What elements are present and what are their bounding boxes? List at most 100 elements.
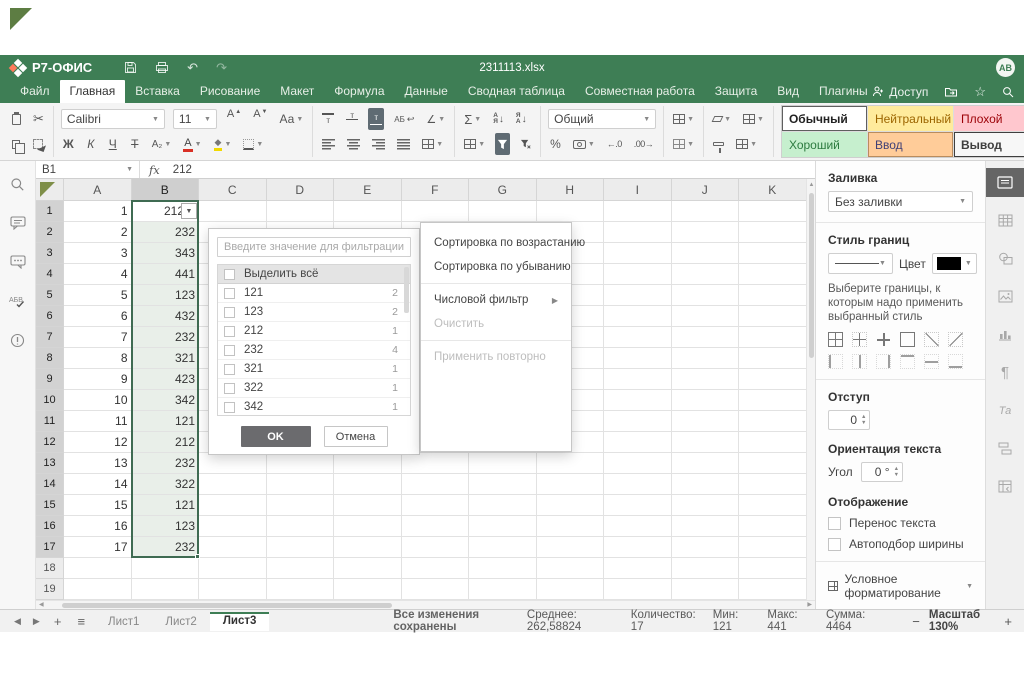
cell-A8[interactable]: 8 bbox=[64, 348, 132, 369]
cell-E18[interactable] bbox=[334, 558, 402, 579]
filter-select-all-row[interactable]: Выделить всё bbox=[218, 265, 410, 284]
column-header[interactable]: C bbox=[199, 179, 267, 201]
align-middle-button[interactable] bbox=[344, 108, 360, 130]
filter-value-row[interactable]: 3221 bbox=[218, 379, 410, 398]
cell-style-preset[interactable]: Ввод bbox=[868, 132, 953, 157]
cell-B9[interactable]: 423 bbox=[132, 369, 200, 390]
cell-I12[interactable] bbox=[604, 432, 672, 453]
formula-input[interactable]: 212 bbox=[169, 164, 192, 176]
decrease-decimal-button[interactable]: ←.0 bbox=[605, 133, 624, 155]
cell-D14[interactable] bbox=[267, 474, 335, 495]
strikethrough-button[interactable]: Т bbox=[128, 133, 142, 155]
right-border-button[interactable] bbox=[876, 354, 891, 369]
cell-C1[interactable] bbox=[199, 201, 267, 222]
subscript-button[interactable]: А₂▼ bbox=[150, 133, 174, 155]
cell-D16[interactable] bbox=[267, 516, 335, 537]
column-header[interactable]: E bbox=[334, 179, 402, 201]
cell-C19[interactable] bbox=[199, 579, 267, 600]
percent-style-button[interactable]: % bbox=[548, 133, 563, 155]
row-header[interactable]: 11 bbox=[36, 411, 64, 432]
underline-button[interactable]: Ч bbox=[106, 133, 120, 155]
filter-button[interactable] bbox=[495, 133, 510, 155]
add-sheet-button[interactable]: + bbox=[48, 614, 68, 629]
cell-A17[interactable]: 17 bbox=[64, 537, 132, 558]
row-header[interactable]: 18 bbox=[36, 558, 64, 579]
left-border-button[interactable] bbox=[828, 354, 843, 369]
menu-tab[interactable]: Макет bbox=[270, 80, 324, 103]
row-header[interactable]: 3 bbox=[36, 243, 64, 264]
row-header[interactable]: 14 bbox=[36, 474, 64, 495]
cell-J7[interactable] bbox=[672, 327, 740, 348]
row-header[interactable]: 13 bbox=[36, 453, 64, 474]
cell-J3[interactable] bbox=[672, 243, 740, 264]
cell-A9[interactable]: 9 bbox=[64, 369, 132, 390]
cell-E19[interactable] bbox=[334, 579, 402, 600]
cell-F13[interactable] bbox=[402, 453, 470, 474]
cell-B3[interactable]: 343 bbox=[132, 243, 200, 264]
cell-H18[interactable] bbox=[537, 558, 605, 579]
cell-name-box[interactable]: B1 ▼ bbox=[36, 161, 140, 178]
column-header[interactable]: F bbox=[402, 179, 470, 201]
change-case-button[interactable]: Аа▼ bbox=[278, 108, 306, 130]
cell-I2[interactable] bbox=[604, 222, 672, 243]
align-justify-button[interactable] bbox=[395, 133, 412, 155]
cell-J19[interactable] bbox=[672, 579, 740, 600]
column-header[interactable]: K bbox=[739, 179, 806, 201]
cut-button[interactable]: ✂ bbox=[31, 108, 46, 130]
next-sheet-arrow-icon[interactable]: ▶ bbox=[29, 616, 44, 627]
outer-borders-button[interactable] bbox=[900, 332, 915, 347]
merge-cells-button[interactable]: ▼ bbox=[420, 133, 445, 155]
filter-ok-button[interactable]: OK bbox=[241, 426, 311, 447]
vertical-scroll-thumb[interactable] bbox=[809, 193, 814, 358]
row-header[interactable]: 12 bbox=[36, 432, 64, 453]
cell-A18[interactable] bbox=[64, 558, 132, 579]
cell-K15[interactable] bbox=[739, 495, 806, 516]
checkbox[interactable] bbox=[224, 345, 235, 356]
search-icon[interactable] bbox=[9, 175, 27, 193]
align-right-button[interactable] bbox=[370, 133, 387, 155]
cell-I8[interactable] bbox=[604, 348, 672, 369]
cell-A5[interactable]: 5 bbox=[64, 285, 132, 306]
feedback-info-icon[interactable] bbox=[9, 331, 27, 349]
inner-horizontal-border-button[interactable] bbox=[924, 354, 939, 369]
redo-icon[interactable]: ↷ bbox=[216, 61, 227, 74]
border-color-picker[interactable]: ▼ bbox=[932, 253, 977, 274]
increase-decimal-button[interactable]: .00→ bbox=[632, 133, 656, 155]
cell-K5[interactable] bbox=[739, 285, 806, 306]
cell-B14[interactable]: 322 bbox=[132, 474, 200, 495]
horizontal-scroll-thumb[interactable] bbox=[62, 603, 392, 608]
all-borders-button[interactable] bbox=[828, 332, 843, 347]
cell-A6[interactable]: 6 bbox=[64, 306, 132, 327]
chat-icon[interactable] bbox=[9, 253, 27, 271]
cell-A11[interactable]: 11 bbox=[64, 411, 132, 432]
row-header[interactable]: 7 bbox=[36, 327, 64, 348]
cell-I15[interactable] bbox=[604, 495, 672, 516]
spellcheck-icon[interactable]: АБВ bbox=[9, 292, 27, 310]
indent-spinner[interactable]: 0 ▲▼ bbox=[828, 410, 870, 430]
align-center-button[interactable] bbox=[345, 133, 362, 155]
row-header[interactable]: 4 bbox=[36, 264, 64, 285]
bold-button[interactable]: Ж bbox=[61, 133, 76, 155]
slicer-settings-tab[interactable] bbox=[986, 434, 1024, 463]
cell-J17[interactable] bbox=[672, 537, 740, 558]
diagonal-down-border-button[interactable] bbox=[924, 332, 939, 347]
cell-B19[interactable] bbox=[132, 579, 200, 600]
checkbox[interactable] bbox=[224, 288, 235, 299]
checkbox[interactable] bbox=[224, 383, 235, 394]
cell-I1[interactable] bbox=[604, 201, 672, 222]
cell-C15[interactable] bbox=[199, 495, 267, 516]
fill-color-button[interactable]: ◆▼ bbox=[212, 133, 234, 155]
menu-tab[interactable]: Защита bbox=[705, 80, 768, 103]
print-icon[interactable] bbox=[155, 61, 169, 74]
scroll-up-arrow-icon[interactable]: ▲ bbox=[807, 182, 816, 188]
autofit-width-checkbox[interactable] bbox=[828, 538, 841, 551]
cell-I7[interactable] bbox=[604, 327, 672, 348]
menu-tab[interactable]: Сводная таблица bbox=[458, 80, 575, 103]
cell-E1[interactable] bbox=[334, 201, 402, 222]
cell-D18[interactable] bbox=[267, 558, 335, 579]
cell-K2[interactable] bbox=[739, 222, 806, 243]
cell-E15[interactable] bbox=[334, 495, 402, 516]
inner-vertical-border-button[interactable] bbox=[852, 354, 867, 369]
cell-A15[interactable]: 15 bbox=[64, 495, 132, 516]
filter-search-input[interactable] bbox=[217, 237, 411, 257]
